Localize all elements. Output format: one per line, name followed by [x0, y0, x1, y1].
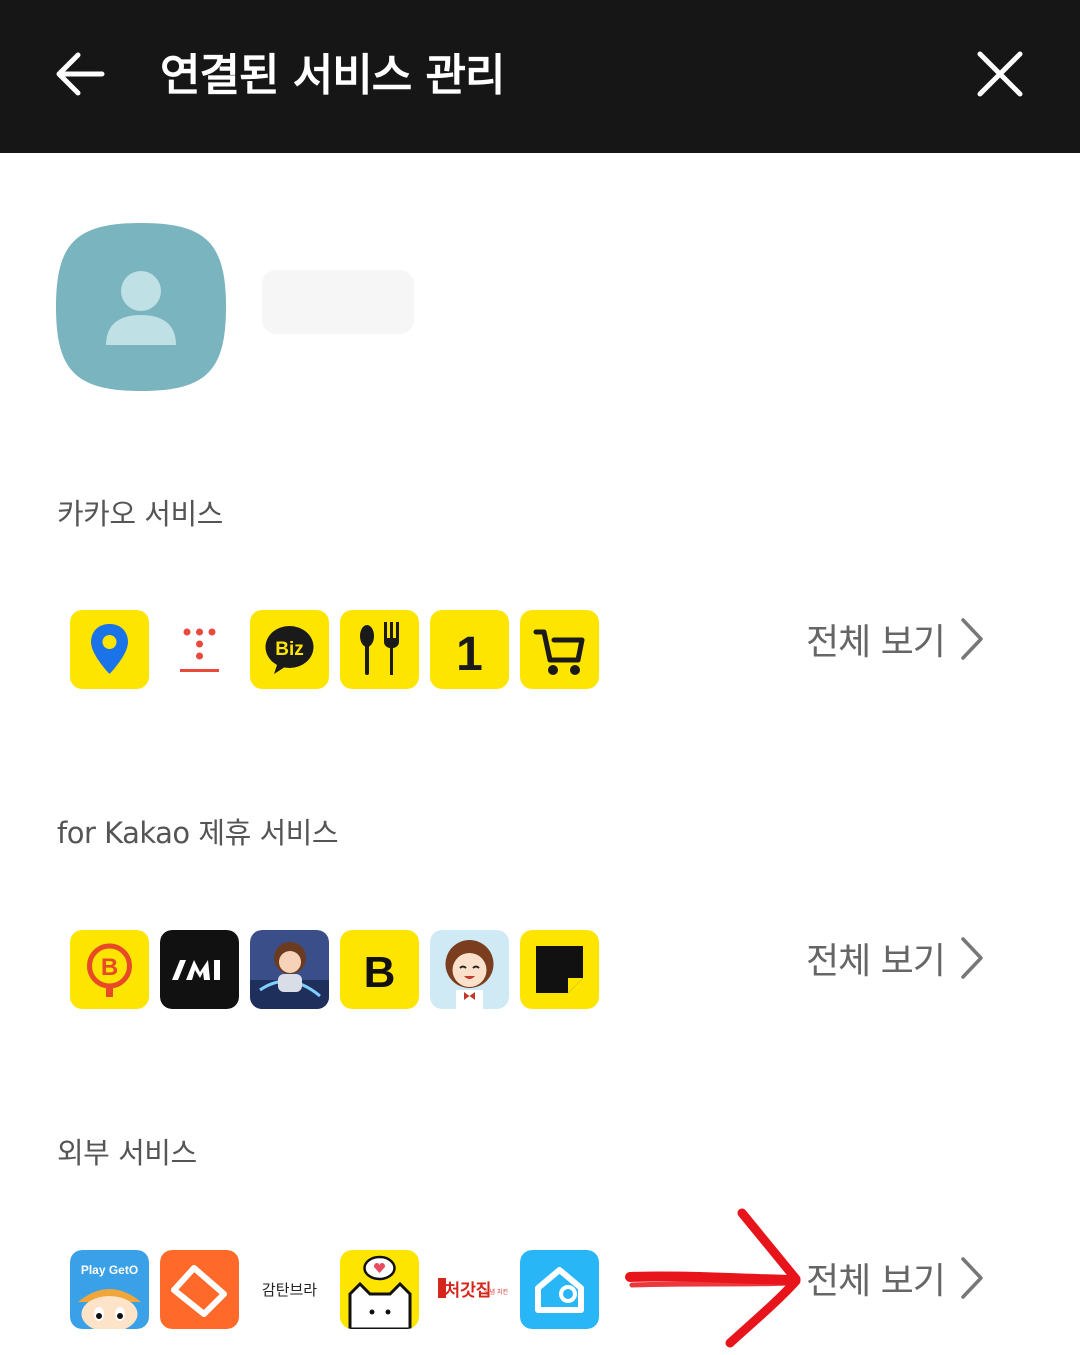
play-geto-wordmark: Play GetO [81, 1263, 138, 1277]
chevron-right-icon [961, 618, 983, 660]
cheogatjip-subtitle: 양념 치킨 [484, 1288, 508, 1296]
page-title: 연결된 서비스 관리 [160, 50, 505, 101]
gamtan-bra-icon[interactable]: 감탄브라 [250, 1250, 329, 1329]
kakao-t-icon[interactable] [160, 610, 239, 689]
kakao-one-icon[interactable]: 1 [430, 610, 509, 689]
section-title-kakao: 카카오 서비스 [57, 497, 223, 531]
view-all-external-button[interactable]: 전체 보기 [806, 1248, 985, 1308]
play-geto-icon[interactable]: Play GetO [70, 1250, 149, 1329]
game-character-2-icon[interactable] [430, 930, 509, 1009]
person-icon [56, 223, 226, 391]
kakao-shopping-icon[interactable] [520, 610, 599, 689]
arrow-left-icon [56, 52, 105, 96]
kakao-sticky-icon[interactable] [520, 930, 599, 1009]
kakao-food-icon[interactable] [340, 610, 419, 689]
game-character-1-icon[interactable] [250, 930, 329, 1009]
cheogatjip-icon[interactable]: 처갓집 양념 치킨 [430, 1250, 509, 1329]
profile-name-redacted [262, 270, 414, 334]
red-arrow-annotation [625, 1208, 801, 1348]
section-title-external: 외부 서비스 [57, 1136, 197, 1170]
kakao-page-b-icon[interactable]: B [340, 930, 419, 1009]
kakao-map-icon[interactable] [70, 610, 149, 689]
b-coin-icon[interactable]: B [70, 930, 149, 1009]
chevron-right-icon [961, 937, 983, 979]
avatar [56, 223, 226, 391]
close-icon [977, 51, 1023, 97]
page-b-wordmark: B [364, 948, 396, 997]
view-all-label: 전체 보기 [806, 622, 946, 663]
one-wordmark: 1 [456, 628, 483, 681]
chevron-right-icon [961, 1257, 983, 1299]
orange-house-icon[interactable] [160, 1250, 239, 1329]
close-button[interactable] [972, 46, 1028, 102]
section-title-partner: for Kakao 제휴 서비스 [57, 816, 339, 850]
view-all-kakao-button[interactable]: 전체 보기 [806, 609, 985, 669]
cat-heart-icon[interactable] [340, 1250, 419, 1329]
external-service-icons: Play GetO 감탄브라 처갓집 양념 치킨 [70, 1250, 599, 1330]
kakao-service-icons: Biz 1 [70, 610, 599, 690]
home-blue-icon[interactable] [520, 1250, 599, 1329]
gamtan-wordmark: 감탄브라 [262, 1281, 317, 1299]
partner-black-icon[interactable] [160, 930, 239, 1009]
back-button[interactable] [52, 46, 108, 102]
view-all-partner-button[interactable]: 전체 보기 [806, 928, 985, 988]
top-app-bar: 연결된 서비스 관리 [0, 0, 1080, 153]
b-coin-wordmark: B [101, 954, 118, 981]
biz-wordmark: Biz [275, 639, 304, 660]
view-all-label: 전체 보기 [806, 941, 946, 982]
kakao-biz-icon[interactable]: Biz [250, 610, 329, 689]
view-all-label: 전체 보기 [806, 1261, 946, 1302]
partner-service-icons: B B [70, 930, 599, 1010]
